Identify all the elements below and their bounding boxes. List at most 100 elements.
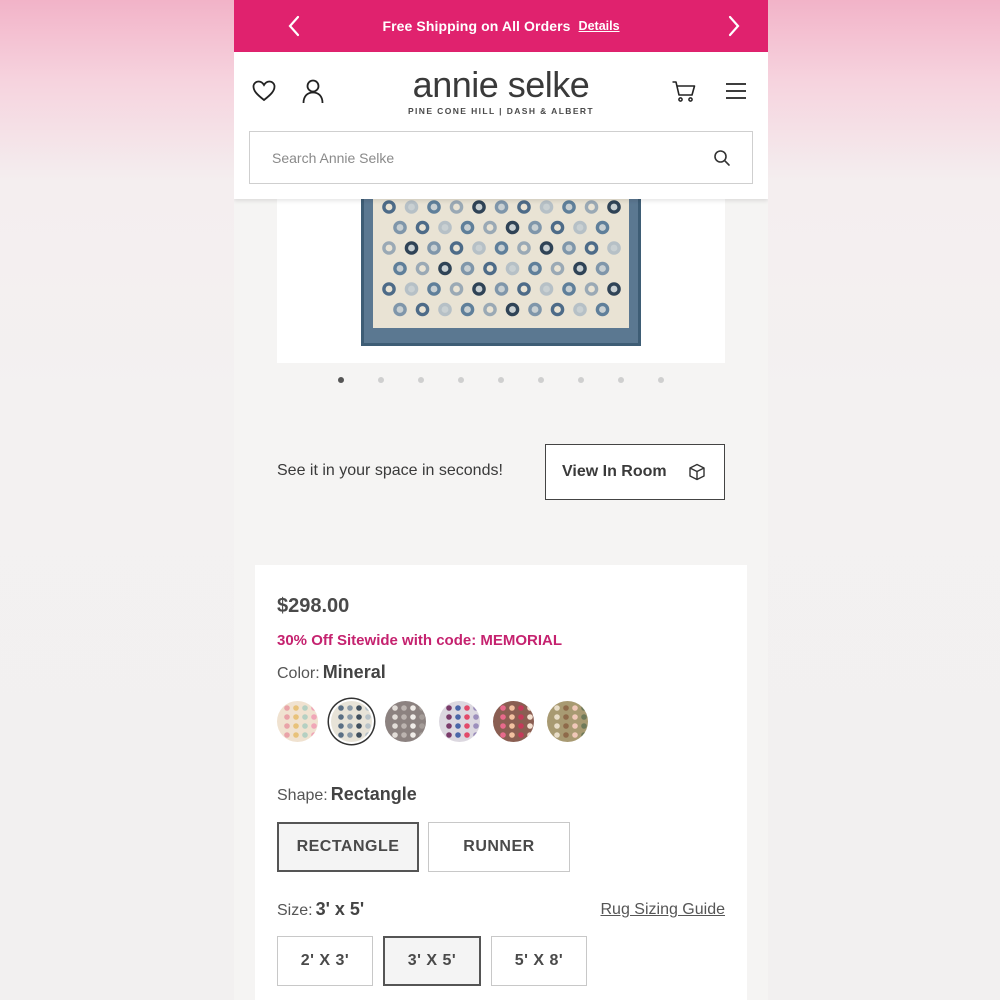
- swatch-dot: [356, 705, 362, 711]
- swatch-dot: [509, 714, 515, 720]
- swatch-pattern: [338, 705, 371, 738]
- rug-dot-inner: [498, 244, 505, 252]
- swatch-dot: [392, 732, 398, 738]
- rug-dot-inner: [565, 285, 573, 293]
- search-icon[interactable]: [712, 148, 732, 168]
- size-option-button[interactable]: 3' X 5': [383, 936, 481, 986]
- carousel-dot[interactable]: [458, 377, 464, 383]
- swatch-dot: [464, 732, 470, 738]
- menu-button[interactable]: [721, 76, 751, 106]
- cart-button[interactable]: [669, 76, 699, 106]
- swatch-dot: [500, 723, 506, 729]
- swatch-dot: [518, 732, 524, 738]
- swatch-dot: [419, 705, 425, 711]
- search-input[interactable]: [250, 132, 690, 183]
- swatch-dot: [509, 732, 515, 738]
- swatch-dot: [293, 732, 299, 738]
- swatch-dot: [302, 714, 308, 720]
- rug-dot-inner: [396, 265, 404, 272]
- swatch-dot: [563, 732, 569, 738]
- rug-dot-inner: [419, 306, 426, 313]
- swatch-dot: [455, 732, 461, 738]
- search-box: [249, 131, 753, 184]
- carousel-dot[interactable]: [338, 377, 344, 383]
- swatch-dot: [464, 714, 470, 720]
- rug-image: [361, 198, 641, 346]
- swatch-dot: [581, 732, 587, 738]
- swatch-dot: [554, 714, 560, 720]
- promo-prev-button[interactable]: [280, 12, 308, 40]
- color-swatch-berry[interactable]: [493, 701, 534, 742]
- product-price: $298.00: [277, 595, 350, 617]
- carousel-dot[interactable]: [538, 377, 544, 383]
- view-in-room-label: View In Room: [562, 463, 667, 480]
- color-swatch-pastel[interactable]: [277, 701, 318, 742]
- rug-dot-inner: [385, 203, 393, 211]
- size-option-button[interactable]: 2' X 3': [277, 936, 373, 986]
- swatch-dot: [500, 705, 506, 711]
- product-image[interactable]: [277, 180, 725, 363]
- carousel-dot[interactable]: [658, 377, 664, 383]
- swatch-dot: [293, 723, 299, 729]
- color-label-row: Color: Mineral: [277, 662, 386, 683]
- swatch-pattern: [500, 705, 533, 738]
- swatch-dot: [518, 723, 524, 729]
- swatch-dot: [410, 714, 416, 720]
- swatch-pattern: [284, 705, 317, 738]
- swatch-dot: [293, 714, 299, 720]
- swatch-dot: [410, 723, 416, 729]
- shape-value: Rectangle: [330, 784, 417, 804]
- swatch-dot: [473, 732, 479, 738]
- logo-subbrands: PINE CONE HILL | DASH & ALBERT: [407, 106, 595, 116]
- rug-dot-inner: [509, 265, 516, 272]
- promo-details-link[interactable]: Details: [579, 19, 620, 33]
- color-swatch-multi[interactable]: [439, 701, 480, 742]
- carousel-dot[interactable]: [498, 377, 504, 383]
- wishlist-button[interactable]: [249, 76, 279, 106]
- rug-dot-inner: [464, 306, 471, 313]
- rug-dot-inner: [441, 306, 449, 313]
- ar-cube-icon: [689, 463, 705, 481]
- product-details-panel: $298.00 30% Off Sitewide with code: MEMO…: [255, 565, 747, 1000]
- carousel-dot[interactable]: [578, 377, 584, 383]
- swatch-dot: [509, 723, 515, 729]
- swatch-dot: [419, 723, 425, 729]
- swatch-dot: [572, 705, 578, 711]
- carousel-dot[interactable]: [418, 377, 424, 383]
- account-button[interactable]: [298, 76, 328, 106]
- carousel-dot[interactable]: [378, 377, 384, 383]
- color-swatch-olive[interactable]: [547, 701, 588, 742]
- carousel-dot[interactable]: [618, 377, 624, 383]
- color-swatch-gray[interactable]: [385, 701, 426, 742]
- swatch-dot: [365, 714, 371, 720]
- color-swatches: [277, 701, 588, 742]
- rug-dot-inner: [588, 244, 595, 252]
- promo-text: Free Shipping on All Orders: [382, 18, 571, 34]
- color-swatch-mineral[interactable]: [331, 701, 372, 742]
- swatch-dot: [392, 723, 398, 729]
- rug-dot-inner: [543, 285, 550, 293]
- swatch-dot: [347, 714, 353, 720]
- swatch-dot: [302, 705, 308, 711]
- swatch-dot: [311, 732, 317, 738]
- shape-option-button[interactable]: RECTANGLE: [277, 822, 419, 872]
- swatch-dot: [284, 723, 290, 729]
- swatch-dot: [401, 705, 407, 711]
- rug-dot-inner: [554, 265, 561, 272]
- account-icon: [302, 79, 324, 104]
- brand-logo[interactable]: annie selke PINE CONE HILL | DASH & ALBE…: [384, 65, 618, 117]
- shape-option-button[interactable]: RUNNER: [428, 822, 570, 872]
- cart-icon: [672, 81, 696, 102]
- rug-dot-inner: [576, 265, 584, 272]
- rug-dot-inner: [464, 224, 471, 231]
- view-in-room-button[interactable]: View In Room: [545, 444, 725, 500]
- swatch-dot: [446, 714, 452, 720]
- promo-next-button[interactable]: [720, 12, 748, 40]
- size-option-button[interactable]: 5' X 8': [491, 936, 587, 986]
- size-value: 3' x 5': [315, 899, 365, 919]
- rug-dot-inner: [543, 244, 550, 252]
- swatch-dot: [473, 723, 479, 729]
- rug-dot-inner: [453, 244, 460, 252]
- swatch-pattern: [554, 705, 587, 738]
- rug-sizing-guide-link[interactable]: Rug Sizing Guide: [600, 901, 725, 919]
